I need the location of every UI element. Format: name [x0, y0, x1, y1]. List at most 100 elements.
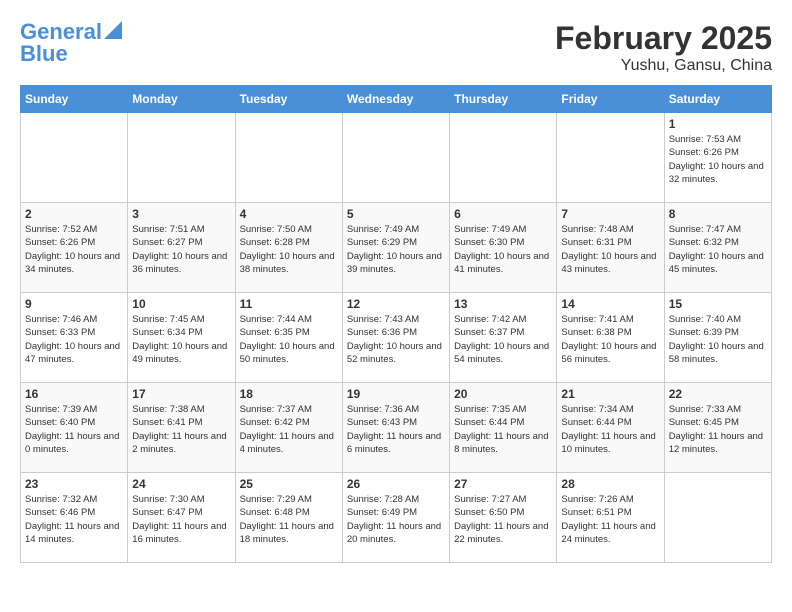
day-number: 18: [240, 387, 338, 401]
page-header: General Blue February 2025 Yushu, Gansu,…: [20, 20, 772, 75]
day-number: 8: [669, 207, 767, 221]
day-info: Sunrise: 7:38 AM Sunset: 6:41 PM Dayligh…: [132, 404, 226, 455]
calendar-cell: [450, 113, 557, 203]
calendar-cell: 15 Sunrise: 7:40 AM Sunset: 6:39 PM Dayli…: [664, 293, 771, 383]
calendar-cell: 7 Sunrise: 7:48 AM Sunset: 6:31 PM Daylig…: [557, 203, 664, 293]
logo-text-blue: Blue: [20, 42, 68, 66]
day-info: Sunrise: 7:36 AM Sunset: 6:43 PM Dayligh…: [347, 404, 441, 455]
title-block: February 2025 Yushu, Gansu, China: [555, 20, 772, 75]
calendar-cell: [342, 113, 449, 203]
week-row-5: 23Sunrise: 7:32 AM Sunset: 6:46 PM Dayli…: [21, 473, 772, 563]
calendar-cell: 22 Sunrise: 7:33 AM Sunset: 6:45 PM Dayli…: [664, 383, 771, 473]
day-info: Sunrise: 7:50 AM Sunset: 6:28 PM Dayligh…: [240, 224, 335, 275]
header-wednesday: Wednesday: [342, 86, 449, 113]
day-number: 22: [669, 387, 767, 401]
calendar-cell: 23Sunrise: 7:32 AM Sunset: 6:46 PM Dayli…: [21, 473, 128, 563]
day-info: Sunrise: 7:44 AM Sunset: 6:35 PM Dayligh…: [240, 314, 335, 365]
calendar-cell: [557, 113, 664, 203]
day-number: 24: [132, 477, 230, 491]
calendar-cell: [128, 113, 235, 203]
day-number: 13: [454, 297, 552, 311]
calendar-cell: 27 Sunrise: 7:27 AM Sunset: 6:50 PM Dayli…: [450, 473, 557, 563]
day-number: 9: [25, 297, 123, 311]
day-number: 2: [25, 207, 123, 221]
calendar-cell: 2 Sunrise: 7:52 AM Sunset: 6:26 PM Daylig…: [21, 203, 128, 293]
header-monday: Monday: [128, 86, 235, 113]
calendar-cell: [235, 113, 342, 203]
day-info: Sunrise: 7:30 AM Sunset: 6:47 PM Dayligh…: [132, 494, 226, 545]
calendar-cell: 16 Sunrise: 7:39 AM Sunset: 6:40 PM Dayli…: [21, 383, 128, 473]
day-number: 7: [561, 207, 659, 221]
day-info: Sunrise: 7:35 AM Sunset: 6:44 PM Dayligh…: [454, 404, 548, 455]
calendar-cell: 5 Sunrise: 7:49 AM Sunset: 6:29 PM Daylig…: [342, 203, 449, 293]
calendar-cell: 6Sunrise: 7:49 AM Sunset: 6:30 PM Daylig…: [450, 203, 557, 293]
week-row-3: 9 Sunrise: 7:46 AM Sunset: 6:33 PM Daylig…: [21, 293, 772, 383]
day-number: 3: [132, 207, 230, 221]
day-info: Sunrise: 7:46 AM Sunset: 6:33 PM Dayligh…: [25, 314, 120, 365]
header-friday: Friday: [557, 86, 664, 113]
day-number: 28: [561, 477, 659, 491]
day-number: 10: [132, 297, 230, 311]
week-row-1: 1Sunrise: 7:53 AM Sunset: 6:26 PM Daylig…: [21, 113, 772, 203]
calendar-cell: 1Sunrise: 7:53 AM Sunset: 6:26 PM Daylig…: [664, 113, 771, 203]
calendar-cell: [21, 113, 128, 203]
header-tuesday: Tuesday: [235, 86, 342, 113]
calendar-cell: 19 Sunrise: 7:36 AM Sunset: 6:43 PM Dayli…: [342, 383, 449, 473]
calendar-subtitle: Yushu, Gansu, China: [555, 57, 772, 75]
day-number: 25: [240, 477, 338, 491]
calendar-cell: 25Sunrise: 7:29 AM Sunset: 6:48 PM Dayli…: [235, 473, 342, 563]
calendar-cell: 3 Sunrise: 7:51 AM Sunset: 6:27 PM Daylig…: [128, 203, 235, 293]
day-info: Sunrise: 7:48 AM Sunset: 6:31 PM Dayligh…: [561, 224, 656, 275]
day-number: 14: [561, 297, 659, 311]
calendar-cell: 11Sunrise: 7:44 AM Sunset: 6:35 PM Dayli…: [235, 293, 342, 383]
day-info: Sunrise: 7:40 AM Sunset: 6:39 PM Dayligh…: [669, 314, 764, 365]
day-number: 20: [454, 387, 552, 401]
calendar-table: SundayMondayTuesdayWednesdayThursdayFrid…: [20, 85, 772, 563]
logo: General Blue: [20, 20, 122, 66]
calendar-cell: 24 Sunrise: 7:30 AM Sunset: 6:47 PM Dayli…: [128, 473, 235, 563]
week-row-4: 16 Sunrise: 7:39 AM Sunset: 6:40 PM Dayli…: [21, 383, 772, 473]
calendar-cell: 21 Sunrise: 7:34 AM Sunset: 6:44 PM Dayli…: [557, 383, 664, 473]
calendar-cell: [664, 473, 771, 563]
day-number: 27: [454, 477, 552, 491]
logo-arrow-icon: [104, 21, 122, 39]
calendar-cell: 12 Sunrise: 7:43 AM Sunset: 6:36 PM Dayli…: [342, 293, 449, 383]
header-sunday: Sunday: [21, 86, 128, 113]
header-thursday: Thursday: [450, 86, 557, 113]
day-number: 23: [25, 477, 123, 491]
day-number: 5: [347, 207, 445, 221]
day-number: 19: [347, 387, 445, 401]
day-info: Sunrise: 7:45 AM Sunset: 6:34 PM Dayligh…: [132, 314, 227, 365]
day-number: 12: [347, 297, 445, 311]
day-info: Sunrise: 7:49 AM Sunset: 6:29 PM Dayligh…: [347, 224, 442, 275]
calendar-cell: 9 Sunrise: 7:46 AM Sunset: 6:33 PM Daylig…: [21, 293, 128, 383]
calendar-title: February 2025: [555, 20, 772, 57]
day-info: Sunrise: 7:27 AM Sunset: 6:50 PM Dayligh…: [454, 494, 548, 545]
day-info: Sunrise: 7:41 AM Sunset: 6:38 PM Dayligh…: [561, 314, 656, 365]
day-info: Sunrise: 7:39 AM Sunset: 6:40 PM Dayligh…: [25, 404, 119, 455]
day-number: 15: [669, 297, 767, 311]
day-info: Sunrise: 7:51 AM Sunset: 6:27 PM Dayligh…: [132, 224, 227, 275]
week-row-2: 2 Sunrise: 7:52 AM Sunset: 6:26 PM Daylig…: [21, 203, 772, 293]
day-number: 4: [240, 207, 338, 221]
calendar-cell: 20 Sunrise: 7:35 AM Sunset: 6:44 PM Dayli…: [450, 383, 557, 473]
calendar-cell: 18 Sunrise: 7:37 AM Sunset: 6:42 PM Dayli…: [235, 383, 342, 473]
day-info: Sunrise: 7:47 AM Sunset: 6:32 PM Dayligh…: [669, 224, 764, 275]
day-number: 26: [347, 477, 445, 491]
day-info: Sunrise: 7:33 AM Sunset: 6:45 PM Dayligh…: [669, 404, 763, 455]
calendar-cell: 13 Sunrise: 7:42 AM Sunset: 6:37 PM Dayli…: [450, 293, 557, 383]
calendar-cell: 8 Sunrise: 7:47 AM Sunset: 6:32 PM Daylig…: [664, 203, 771, 293]
day-info: Sunrise: 7:42 AM Sunset: 6:37 PM Dayligh…: [454, 314, 549, 365]
day-number: 16: [25, 387, 123, 401]
calendar-cell: 26 Sunrise: 7:28 AM Sunset: 6:49 PM Dayli…: [342, 473, 449, 563]
day-info: Sunrise: 7:52 AM Sunset: 6:26 PM Dayligh…: [25, 224, 120, 275]
day-number: 21: [561, 387, 659, 401]
calendar-cell: 10 Sunrise: 7:45 AM Sunset: 6:34 PM Dayli…: [128, 293, 235, 383]
day-info: Sunrise: 7:28 AM Sunset: 6:49 PM Dayligh…: [347, 494, 441, 545]
header-saturday: Saturday: [664, 86, 771, 113]
day-number: 6: [454, 207, 552, 221]
calendar-cell: 28Sunrise: 7:26 AM Sunset: 6:51 PM Dayli…: [557, 473, 664, 563]
day-info: Sunrise: 7:34 AM Sunset: 6:44 PM Dayligh…: [561, 404, 655, 455]
day-info: Sunrise: 7:43 AM Sunset: 6:36 PM Dayligh…: [347, 314, 442, 365]
day-info: Sunrise: 7:37 AM Sunset: 6:42 PM Dayligh…: [240, 404, 334, 455]
